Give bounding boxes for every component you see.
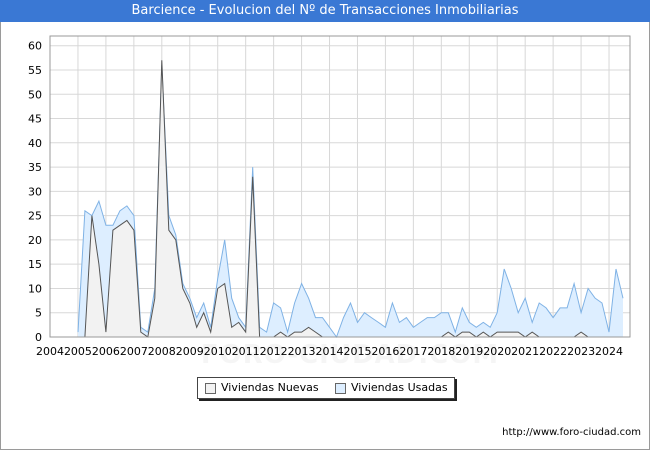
y-tick-label: 25 (28, 210, 42, 223)
x-tick-label: 2024 (595, 345, 623, 358)
x-tick-label: 2008 (148, 345, 176, 358)
x-tick-label: 2021 (511, 345, 539, 358)
legend-swatch-usadas (335, 383, 346, 394)
legend-label-nuevas: Viviendas Nuevas (221, 381, 319, 394)
x-tick-label: 2012 (260, 345, 288, 358)
x-tick-label: 2023 (567, 345, 595, 358)
x-tick-label: 2005 (64, 345, 92, 358)
x-tick-label: 2007 (120, 345, 148, 358)
y-tick-label: 10 (28, 282, 42, 295)
y-tick-label: 60 (28, 40, 42, 53)
y-tick-label: 50 (28, 88, 42, 101)
x-tick-label: 2006 (92, 345, 120, 358)
x-tick-label: 2013 (288, 345, 316, 358)
x-tick-label: 2022 (539, 345, 567, 358)
x-tick-label: 2019 (455, 345, 483, 358)
x-tick-label: 2020 (483, 345, 511, 358)
x-tick-label: 2015 (343, 345, 371, 358)
y-tick-label: 55 (28, 64, 42, 77)
x-tick-label: 2009 (176, 345, 204, 358)
y-tick-label: 20 (28, 234, 42, 247)
x-tick-label: 2016 (371, 345, 399, 358)
y-tick-label: 0 (35, 331, 42, 344)
x-tick-label: 2017 (399, 345, 427, 358)
x-tick-label: 2010 (204, 345, 232, 358)
x-tick-label: 2011 (232, 345, 260, 358)
legend-swatch-nuevas (205, 383, 216, 394)
y-tick-label: 45 (28, 113, 42, 126)
legend: Viviendas Nuevas Viviendas Usadas (197, 377, 455, 399)
y-tick-label: 35 (28, 161, 42, 174)
x-tick-label: 2014 (316, 345, 344, 358)
source-link[interactable]: http://www.foro-ciudad.com (502, 427, 641, 438)
y-tick-label: 40 (28, 137, 42, 150)
x-tick-label: 2018 (427, 345, 455, 358)
legend-label-usadas: Viviendas Usadas (351, 381, 448, 394)
x-tick-label: 2004 (36, 345, 64, 358)
y-tick-label: 30 (28, 185, 42, 198)
y-tick-label: 5 (35, 307, 42, 320)
y-tick-label: 15 (28, 258, 42, 271)
